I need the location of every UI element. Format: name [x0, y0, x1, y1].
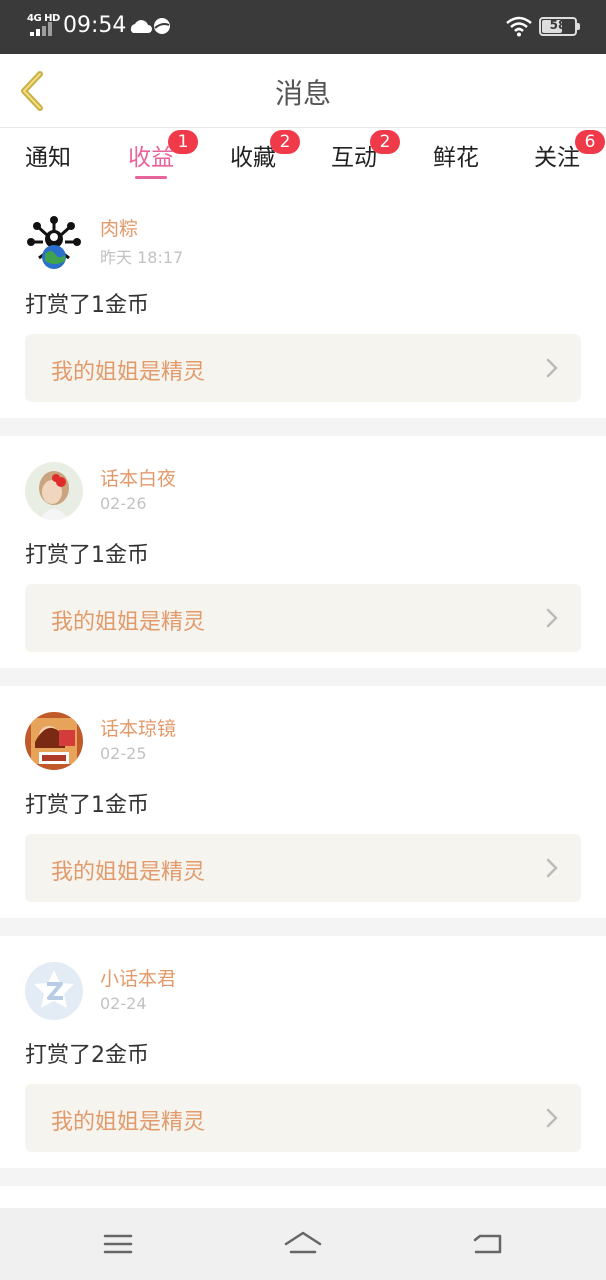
chevron-right-icon [546, 1108, 558, 1128]
book-link[interactable]: 我的姐姐是精灵 [25, 834, 581, 902]
reward-text: 打赏了1金币 [25, 543, 149, 568]
divider [0, 1168, 606, 1186]
book-title: 我的姐姐是精灵 [51, 860, 206, 885]
system-nav-bar [0, 1208, 606, 1280]
reward-text: 打赏了1金币 [25, 793, 149, 818]
book-title: 我的姐姐是精灵 [51, 1110, 206, 1135]
battery-level: 58 [549, 18, 567, 32]
tab-flowers[interactable]: 鲜花 [430, 138, 482, 182]
wifi-icon [506, 16, 532, 37]
tab-label: 收藏 [230, 145, 276, 171]
chevron-right-icon [546, 358, 558, 378]
divider [0, 418, 606, 436]
avatar-character-icon[interactable] [25, 712, 83, 770]
timestamp: 02-24 [100, 994, 147, 1013]
active-tab-indicator [135, 176, 167, 179]
battery-icon: 58 [539, 17, 580, 36]
avatar-default-z-icon[interactable] [25, 962, 83, 1020]
tab-label: 通知 [25, 145, 71, 171]
reward-list: 肉粽 昨天 18:17 打赏了1金币 我的姐姐是精灵 话本白夜 02-26 打赏… [0, 186, 606, 1186]
page-title: 消息 [274, 77, 331, 110]
list-item: 肉粽 昨天 18:17 打赏了1金币 我的姐姐是精灵 [0, 186, 606, 418]
chevron-right-icon [546, 608, 558, 628]
reward-text: 打赏了1金币 [25, 293, 149, 318]
list-item: 话本白夜 02-26 打赏了1金币 我的姐姐是精灵 [0, 436, 606, 668]
divider [0, 668, 606, 686]
weather-icon [130, 18, 170, 34]
signal-icon [30, 22, 54, 36]
chevron-right-icon [546, 858, 558, 878]
tab-badge: 6 [575, 130, 605, 154]
book-title: 我的姐姐是精灵 [51, 360, 206, 385]
tab-badge: 1 [168, 130, 198, 154]
home-icon[interactable] [283, 1228, 323, 1260]
reward-text: 打赏了2金币 [25, 1043, 149, 1068]
back-icon[interactable] [470, 1228, 506, 1260]
header: 消息 [0, 54, 606, 128]
tab-label: 关注 [534, 145, 580, 171]
status-bar: 4G HD 09:54 58 [0, 0, 606, 54]
tab-label: 互动 [331, 145, 377, 171]
book-link[interactable]: 我的姐姐是精灵 [25, 334, 581, 402]
tab-earnings[interactable]: 收益 1 [124, 130, 198, 182]
book-link[interactable]: 我的姐姐是精灵 [25, 1084, 581, 1152]
clock: 09:54 [63, 13, 127, 38]
tab-notice[interactable]: 通知 [22, 138, 74, 182]
user-name[interactable]: 话本白夜 [100, 464, 176, 491]
timestamp: 02-26 [100, 494, 147, 513]
timestamp: 02-25 [100, 744, 147, 763]
tab-interaction[interactable]: 互动 2 [328, 130, 400, 182]
divider [0, 918, 606, 936]
tab-label: 鲜花 [433, 145, 479, 171]
user-name[interactable]: 肉粽 [100, 214, 138, 241]
book-link[interactable]: 我的姐姐是精灵 [25, 584, 581, 652]
tab-follow[interactable]: 关注 6 [531, 130, 605, 182]
menu-icon[interactable] [100, 1228, 136, 1260]
tab-label: 收益 [128, 145, 174, 171]
user-name[interactable]: 小话本君 [100, 964, 176, 991]
timestamp: 昨天 18:17 [100, 248, 184, 267]
tab-bar: 通知 收益 1 收藏 2 互动 2 鲜花 关注 6 [0, 128, 606, 184]
avatar-girl-icon[interactable] [25, 462, 83, 520]
book-title: 我的姐姐是精灵 [51, 610, 206, 635]
tab-badge: 2 [270, 130, 300, 154]
avatar-globe-icon[interactable] [25, 212, 83, 270]
tab-badge: 2 [370, 130, 400, 154]
list-item: 小话本君 02-24 打赏了2金币 我的姐姐是精灵 [0, 936, 606, 1168]
tab-favorites[interactable]: 收藏 2 [226, 130, 300, 182]
list-item: 话本琼镜 02-25 打赏了1金币 我的姐姐是精灵 [0, 686, 606, 918]
user-name[interactable]: 话本琼镜 [100, 714, 176, 741]
